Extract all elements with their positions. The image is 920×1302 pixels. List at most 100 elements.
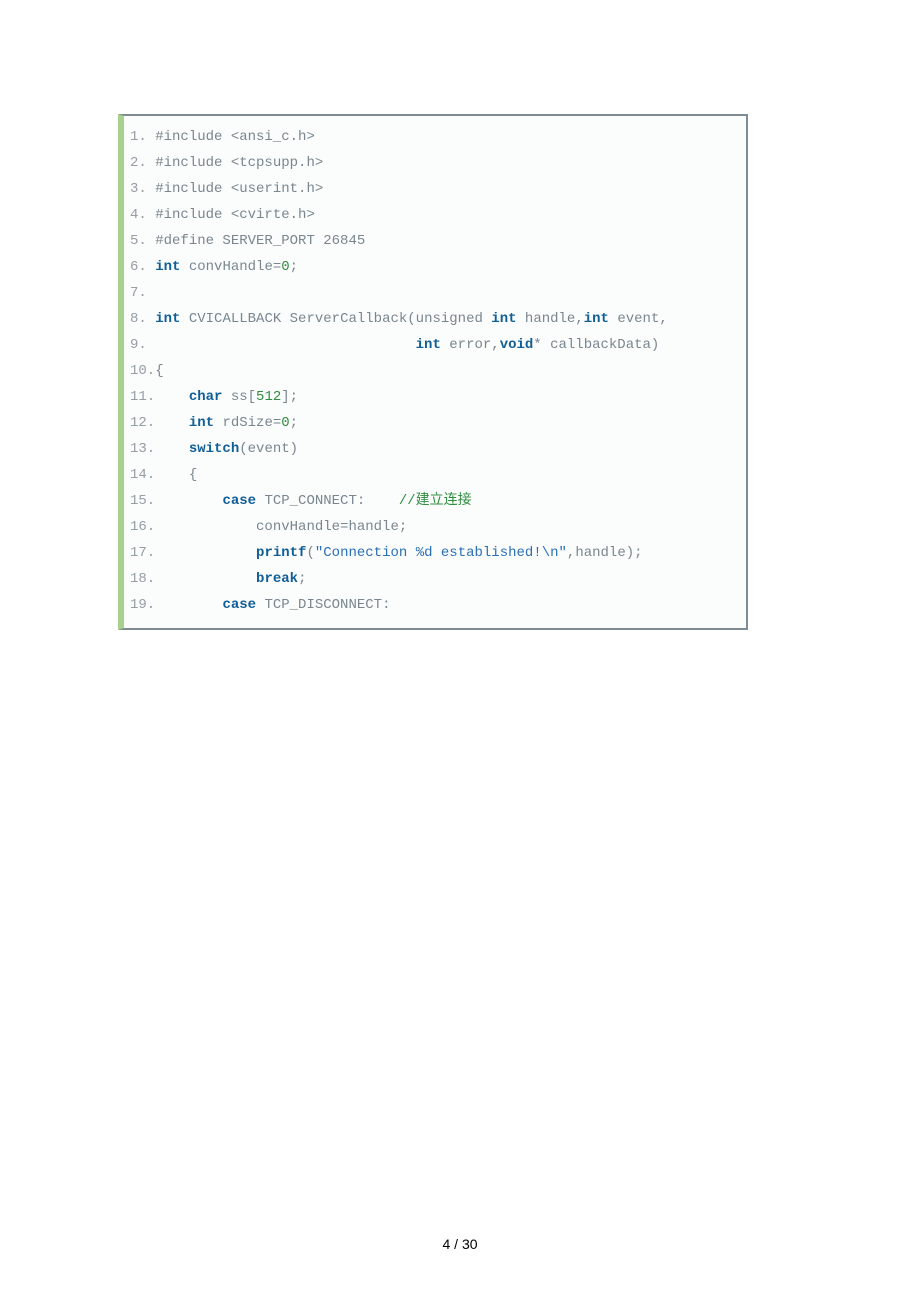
- code-line: 5. #define SERVER_PORT 26845: [130, 228, 740, 254]
- code-token: error,: [441, 337, 500, 353]
- code-token: convHandle=handle;: [155, 519, 407, 535]
- page-footer: 4 / 30: [0, 1236, 920, 1252]
- code-token: 0: [281, 415, 289, 431]
- code-line: 13. switch(event): [130, 436, 740, 462]
- line-number: 18.: [130, 571, 155, 587]
- code-token: TCP_CONNECT:: [256, 493, 399, 509]
- code-line: 4. #include <cvirte.h>: [130, 202, 740, 228]
- code-token: int: [189, 415, 214, 431]
- line-number: 6.: [130, 259, 147, 275]
- code-token: printf: [256, 545, 306, 561]
- code-token: [155, 415, 189, 431]
- code-token: TCP_DISCONNECT:: [256, 597, 390, 613]
- code-token: [147, 155, 155, 171]
- code-token: convHandle=: [180, 259, 281, 275]
- code-line: 16. convHandle=handle;: [130, 514, 740, 540]
- line-number: 17.: [130, 545, 155, 561]
- code-block: 1. #include <ansi_c.h>2. #include <tcpsu…: [118, 114, 748, 630]
- code-token: ,handle);: [567, 545, 643, 561]
- code-token: int: [155, 311, 180, 327]
- code-line: 19. case TCP_DISCONNECT:: [130, 592, 740, 618]
- code-token: [147, 337, 416, 353]
- code-line: 17. printf("Connection %d established!\n…: [130, 540, 740, 566]
- line-number: 10.: [130, 363, 155, 379]
- code-line: 11. char ss[512];: [130, 384, 740, 410]
- code-token: #include <userint.h>: [155, 181, 323, 197]
- line-number: 12.: [130, 415, 155, 431]
- code-token: event,: [609, 311, 668, 327]
- code-token: int: [584, 311, 609, 327]
- code-token: [147, 129, 155, 145]
- code-token: ;: [298, 571, 306, 587]
- line-number: 14.: [130, 467, 155, 483]
- code-line: 9. int error,void* callbackData): [130, 332, 740, 358]
- code-token: 512: [256, 389, 281, 405]
- code-token: handle,: [517, 311, 584, 327]
- code-token: [155, 493, 222, 509]
- code-token: #include <ansi_c.h>: [155, 129, 315, 145]
- line-number: 19.: [130, 597, 155, 613]
- line-number: 4.: [130, 207, 147, 223]
- line-number: 8.: [130, 311, 147, 327]
- code-token: [155, 597, 222, 613]
- line-number: 9.: [130, 337, 147, 353]
- line-number: 5.: [130, 233, 147, 249]
- code-line: 10.{: [130, 358, 740, 384]
- code-token: int: [416, 337, 441, 353]
- code-token: case: [222, 493, 256, 509]
- line-number: 11.: [130, 389, 155, 405]
- code-line: 15. case TCP_CONNECT: //建立连接: [130, 488, 740, 514]
- line-number: 13.: [130, 441, 155, 457]
- code-token: * callbackData): [533, 337, 659, 353]
- code-token: char: [189, 389, 223, 405]
- code-line: 7.: [130, 280, 740, 306]
- code-token: [147, 233, 155, 249]
- code-line: 2. #include <tcpsupp.h>: [130, 150, 740, 176]
- code-token: [155, 441, 189, 457]
- page-number: 4 / 30: [442, 1236, 477, 1252]
- line-number: 7.: [130, 285, 147, 301]
- code-token: 0: [281, 259, 289, 275]
- code-token: int: [155, 259, 180, 275]
- code-line: 3. #include <userint.h>: [130, 176, 740, 202]
- code-token: void: [500, 337, 534, 353]
- code-line: 14. {: [130, 462, 740, 488]
- code-token: [147, 207, 155, 223]
- line-number: 16.: [130, 519, 155, 535]
- code-token: [155, 545, 256, 561]
- code-token: #define SERVER_PORT 26845: [155, 233, 365, 249]
- code-token: [155, 571, 256, 587]
- code-token: "Connection %d established!\n": [315, 545, 567, 561]
- code-token: #include <cvirte.h>: [155, 207, 315, 223]
- code-token: (: [306, 545, 314, 561]
- line-number: 15.: [130, 493, 155, 509]
- code-token: //建立连接: [399, 493, 472, 509]
- page: 1. #include <ansi_c.h>2. #include <tcpsu…: [0, 0, 920, 1302]
- code-line: 18. break;: [130, 566, 740, 592]
- code-token: ;: [290, 259, 298, 275]
- code-token: {: [155, 467, 197, 483]
- code-token: case: [222, 597, 256, 613]
- code-token: rdSize=: [214, 415, 281, 431]
- code-token: ss[: [222, 389, 256, 405]
- line-number: 3.: [130, 181, 147, 197]
- code-token: #include <tcpsupp.h>: [155, 155, 323, 171]
- code-line: 8. int CVICALLBACK ServerCallback(unsign…: [130, 306, 740, 332]
- code-token: CVICALLBACK ServerCallback(unsigned: [180, 311, 491, 327]
- code-token: [147, 311, 155, 327]
- line-number: 1.: [130, 129, 147, 145]
- code-token: int: [491, 311, 516, 327]
- code-token: break: [256, 571, 298, 587]
- code-line: 1. #include <ansi_c.h>: [130, 124, 740, 150]
- code-token: ];: [281, 389, 298, 405]
- code-token: [147, 259, 155, 275]
- code-token: [155, 389, 189, 405]
- code-line: 6. int convHandle=0;: [130, 254, 740, 280]
- code-line: 12. int rdSize=0;: [130, 410, 740, 436]
- code-token: switch: [189, 441, 239, 457]
- line-number: 2.: [130, 155, 147, 171]
- code-token: (event): [239, 441, 298, 457]
- code-token: [147, 181, 155, 197]
- code-token: {: [155, 363, 163, 379]
- code-token: ;: [290, 415, 298, 431]
